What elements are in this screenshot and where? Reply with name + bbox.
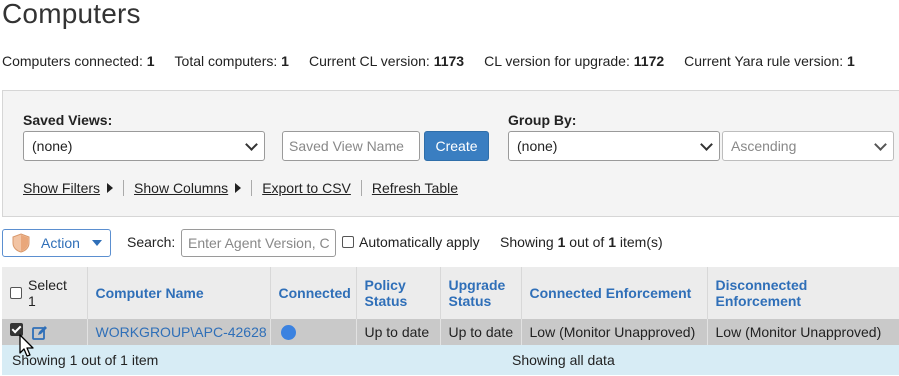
table-footer: Showing 1 out of 1 item Showing all data <box>2 345 899 375</box>
checkbox-icon <box>342 236 354 248</box>
saved-views-select[interactable]: (none) <box>23 131 265 161</box>
column-connected[interactable]: Connected <box>270 267 357 319</box>
select-column-label: Select 1 <box>27 277 67 309</box>
divider <box>360 180 362 196</box>
upgrade-status-cell: Up to date <box>440 319 522 345</box>
triangle-right-icon <box>107 183 114 193</box>
column-connected-enforcement[interactable]: Connected Enforcement <box>521 267 708 319</box>
chevron-down-icon <box>245 137 258 151</box>
page-title: Computers <box>2 0 141 29</box>
shield-icon <box>12 233 30 253</box>
export-csv-link[interactable]: Export to CSV <box>262 180 351 196</box>
column-disconnected-enforcement[interactable]: Disconnected Enforcement <box>707 267 899 319</box>
connected-status-icon <box>280 325 296 341</box>
group-by-value: (none) <box>517 138 558 154</box>
computer-name-link[interactable]: WORKGROUP\APC-42628 <box>96 324 267 340</box>
show-columns-link[interactable]: Show Columns <box>134 180 228 196</box>
action-button[interactable]: Action <box>2 229 111 257</box>
saved-view-name-input[interactable] <box>282 131 420 161</box>
search-input[interactable] <box>181 229 336 257</box>
table-row[interactable]: WORKGROUP\APC-42628 Up to date Up to dat… <box>2 319 899 345</box>
table-header-row: Select 1 Computer Name Connected Policy … <box>2 267 899 319</box>
column-upgrade-status[interactable]: Upgrade Status <box>440 267 522 319</box>
triangle-right-icon <box>235 183 242 193</box>
group-by-select[interactable]: (none) <box>508 131 720 161</box>
computer-name-cell: WORKGROUP\APC-42628 <box>87 319 271 345</box>
chevron-down-icon <box>874 137 887 151</box>
show-filters-link[interactable]: Show Filters <box>23 180 100 196</box>
row-select-cell <box>2 319 88 345</box>
create-button[interactable]: Create <box>424 131 489 161</box>
sort-order-value: Ascending <box>731 138 797 154</box>
action-button-label: Action <box>41 235 80 251</box>
caret-down-icon <box>91 240 102 246</box>
filter-links: Show Filters Show Columns Export to CSV … <box>23 180 458 196</box>
policy-status-cell: Up to date <box>356 319 441 345</box>
chevron-down-icon <box>700 137 713 151</box>
column-select[interactable]: Select 1 <box>2 267 88 319</box>
saved-views-value: (none) <box>32 138 73 154</box>
column-policy-status[interactable]: Policy Status <box>356 267 441 319</box>
auto-apply-label: Automatically apply <box>359 234 480 250</box>
stats-bar: Computers connected: 1 Total computers: … <box>2 53 875 69</box>
connected-enforcement-cell: Low (Monitor Unapproved) <box>521 319 708 345</box>
search-label: Search: <box>127 234 176 250</box>
footer-data-status: Showing all data <box>512 352 615 368</box>
stat-computers-connected: Computers connected: 1 <box>2 53 155 69</box>
stat-total-computers: Total computers: 1 <box>174 53 289 69</box>
computers-table: Select 1 Computer Name Connected Policy … <box>2 267 899 345</box>
divider <box>251 180 253 196</box>
sort-order-select[interactable]: Ascending <box>722 131 894 161</box>
connected-cell <box>270 319 357 345</box>
select-all-checkbox[interactable] <box>10 287 22 299</box>
column-computer-name[interactable]: Computer Name <box>87 267 271 319</box>
stat-current-cl-version: Current CL version: 1173 <box>308 53 465 69</box>
stat-cl-version-for-upgrade: CL version for upgrade: 1172 <box>484 53 665 69</box>
refresh-table-link[interactable]: Refresh Table <box>372 180 458 196</box>
showing-count-text: Showing 1 out of 1 item(s) <box>500 234 663 250</box>
stat-current-yara-version: Current Yara rule version: 1 <box>684 53 855 69</box>
disconnected-enforcement-cell: Low (Monitor Unapproved) <box>707 319 899 345</box>
mouse-cursor-icon <box>19 334 34 357</box>
group-by-label: Group By: <box>508 112 577 128</box>
auto-apply-checkbox[interactable]: Automatically apply <box>342 234 480 250</box>
divider <box>123 180 125 196</box>
saved-views-label: Saved Views: <box>23 112 113 128</box>
filter-panel: Saved Views: (none) Create Group By: (no… <box>2 90 899 217</box>
